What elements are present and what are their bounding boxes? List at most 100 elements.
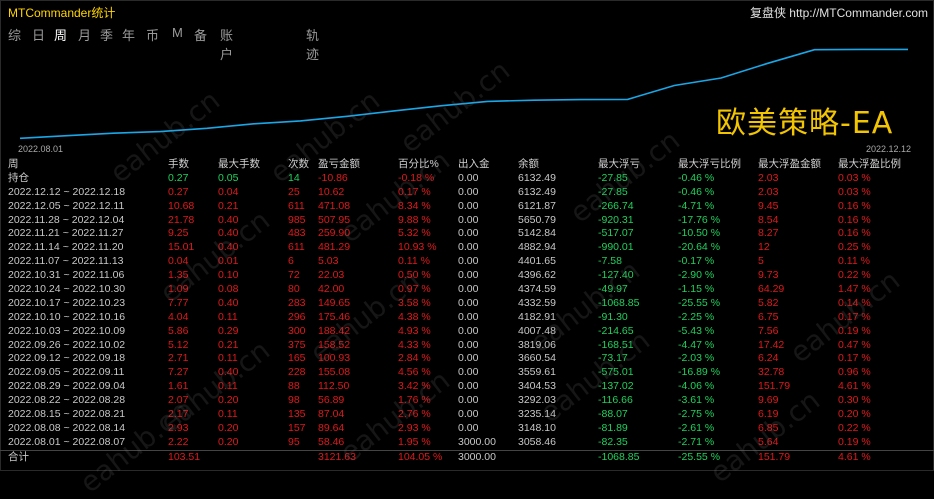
cell-最大手数: 最大手数 — [218, 158, 260, 170]
cell-最大浮亏比例: -2.90 % — [678, 269, 715, 282]
cell-最大浮亏: -575.01 — [598, 366, 634, 379]
table-row[interactable]: 2022.09.12 ~ 2022.09.18 2.71 0.11 165 100.93… — [0, 352, 934, 366]
table-row[interactable]: 2022.10.17 ~ 2022.10.23 7.77 0.40 283 149.65… — [0, 297, 934, 311]
cell-周: 2022.11.21 ~ 2022.11.27 — [8, 227, 124, 240]
cell-最大浮盈金额: 2.03 — [758, 171, 779, 184]
table-row[interactable]: 2022.08.08 ~ 2022.08.14 2.93 0.20 157 89.64 2… — [0, 422, 934, 436]
cell-周: 2022.11.14 ~ 2022.11.20 — [8, 241, 124, 254]
cell-百分比%: 1.95 % — [398, 435, 431, 448]
cell-最大浮盈金额: 2.03 — [758, 185, 779, 198]
cell-出入金: 0.00 — [458, 185, 479, 198]
table-row[interactable]: 2022.11.21 ~ 2022.11.27 9.25 0.40 483 259.90… — [0, 227, 934, 241]
cell-最大浮亏比例: -0.46 % — [678, 171, 715, 184]
cell-出入金: 0.00 — [458, 352, 479, 365]
cell-最大浮盈比例: 0.16 % — [838, 213, 871, 226]
cell-最大浮亏: -920.31 — [598, 213, 634, 226]
tab-7[interactable]: M — [172, 25, 183, 40]
cell-余额: 5142.84 — [518, 227, 556, 240]
table-row[interactable]: 2022.12.12 ~ 2022.12.18 0.27 0.04 25 10.62 0.… — [0, 186, 934, 200]
cell-周: 合计 — [8, 450, 29, 463]
table-row[interactable]: 2022.11.14 ~ 2022.11.20 15.01 0.40 611 481.2… — [0, 241, 934, 255]
table-row[interactable]: 2022.11.07 ~ 2022.11.13 0.04 0.01 6 5.03 0.11… — [0, 255, 934, 269]
cell-出入金: 0.00 — [458, 227, 479, 240]
cell-百分比%: 104.05 % — [398, 450, 443, 463]
cell-最大浮亏: -88.07 — [598, 408, 628, 421]
cell-手数: 21.78 — [168, 213, 195, 226]
cell-手数: 2.22 — [168, 435, 189, 448]
cell-最大浮盈金额: 9.73 — [758, 269, 779, 282]
table-row[interactable]: 2022.09.26 ~ 2022.10.02 5.12 0.21 375 158.52… — [0, 339, 934, 353]
cell-百分比%: 0.50 % — [398, 269, 431, 282]
cell-盈亏金额: -10.86 — [318, 171, 348, 184]
cell-最大浮盈金额: 6.75 — [758, 310, 779, 323]
cell-百分比%: 4.93 % — [398, 324, 431, 337]
cell-最大浮亏: -27.85 — [598, 185, 628, 198]
cell-次数: 165 — [288, 352, 306, 365]
cell-最大浮盈比例: 0.14 % — [838, 296, 871, 309]
table-row[interactable]: 2022.10.10 ~ 2022.10.16 4.04 0.11 296 175.46… — [0, 311, 934, 325]
table-row[interactable]: 2022.08.22 ~ 2022.08.28 2.07 0.20 98 56.89 1.… — [0, 394, 934, 408]
cell-手数: 1.09 — [168, 283, 189, 296]
cell-最大浮盈比例: 0.20 % — [838, 408, 871, 421]
cell-周: 2022.08.01 ~ 2022.08.07 — [8, 435, 126, 448]
cell-百分比%: 4.33 % — [398, 338, 431, 351]
cell-最大浮亏: -27.85 — [598, 171, 628, 184]
cell-出入金: 0.00 — [458, 171, 479, 184]
cell-最大浮亏: -517.07 — [598, 227, 634, 240]
cell-最大浮亏: 最大浮亏 — [598, 158, 640, 170]
cell-最大手数: 0.20 — [218, 394, 239, 407]
table-row[interactable]: 2022.10.24 ~ 2022.10.30 1.09 0.08 80 42.00 0.… — [0, 283, 934, 297]
cell-余额: 6132.49 — [518, 171, 556, 184]
cell-周: 2022.08.22 ~ 2022.08.28 — [8, 394, 126, 407]
cell-余额: 4374.59 — [518, 283, 556, 296]
cell-百分比%: 4.38 % — [398, 310, 431, 323]
table-row[interactable]: 2022.08.29 ~ 2022.09.04 1.61 0.11 88 112.50 3… — [0, 380, 934, 394]
cell-百分比%: 5.32 % — [398, 227, 431, 240]
cell-余额: 4396.62 — [518, 269, 556, 282]
cell-最大浮亏比例: -0.17 % — [678, 255, 715, 268]
table-row[interactable]: 2022.12.05 ~ 2022.12.11 10.68 0.21 611 471.0… — [0, 200, 934, 214]
cell-盈亏金额: 112.50 — [318, 380, 350, 393]
cell-最大浮盈金额: 7.56 — [758, 324, 779, 337]
cell-盈亏金额: 175.46 — [318, 310, 351, 323]
title-bar: MTCommander统计 复盘侠 http://MTCommander.com — [0, 0, 934, 22]
table-row[interactable]: 2022.09.05 ~ 2022.09.11 7.27 0.40 228 155.08… — [0, 366, 934, 380]
cell-次数: 985 — [288, 213, 306, 226]
cell-百分比%: 百分比% — [398, 158, 439, 170]
cell-最大手数: 0.40 — [218, 296, 239, 309]
cell-手数: 1.61 — [168, 380, 189, 393]
cell-盈亏金额: 58.46 — [318, 435, 345, 448]
table-row[interactable]: 2022.08.01 ~ 2022.08.07 2.22 0.20 95 58.46 1.… — [0, 436, 934, 450]
cell-盈亏金额: 5.03 — [318, 255, 339, 268]
cell-最大浮亏: -82.35 — [598, 435, 628, 448]
table-row[interactable]: 2022.10.03 ~ 2022.10.09 5.86 0.29 300 188.42… — [0, 325, 934, 339]
cell-余额: 4882.94 — [518, 241, 556, 254]
cell-最大浮盈金额: 32.78 — [758, 366, 785, 379]
cell-盈亏金额: 87.04 — [318, 408, 345, 421]
cell-余额: 3660.54 — [518, 352, 556, 365]
cell-最大浮亏比例: -4.71 % — [678, 199, 715, 212]
cell-次数: 88 — [288, 380, 300, 393]
cell-最大浮盈比例: 0.03 % — [838, 185, 871, 198]
cell-最大浮亏: -1068.85 — [598, 450, 640, 463]
cell-出入金: 3000.00 — [458, 450, 496, 463]
table-row[interactable]: 2022.11.28 ~ 2022.12.04 21.78 0.40 985 507.9… — [0, 214, 934, 228]
cell-最大手数: 0.11 — [218, 352, 238, 365]
cell-出入金: 出入金 — [458, 158, 490, 170]
cell-最大浮亏比例: -10.50 % — [678, 227, 721, 240]
cell-最大手数: 0.11 — [218, 380, 238, 393]
cell-最大浮亏比例: -16.89 % — [678, 366, 721, 379]
cell-周: 2022.09.12 ~ 2022.09.18 — [8, 352, 126, 365]
site-link[interactable]: 复盘侠 http://MTCommander.com — [750, 4, 928, 21]
cell-百分比%: 0.11 % — [398, 255, 430, 268]
cell-最大手数: 0.21 — [218, 199, 239, 212]
position-row[interactable]: 持仓 0.27 0.05 14 -10.86 -0.18 % 0.00 6132.49 -27.… — [0, 172, 934, 186]
table-row[interactable]: 2022.10.31 ~ 2022.11.06 1.35 0.10 72 22.03 0.… — [0, 269, 934, 283]
table-row[interactable]: 2022.08.15 ~ 2022.08.21 2.17 0.11 135 87.04 2… — [0, 408, 934, 422]
cell-最大浮盈金额: 151.79 — [758, 380, 791, 393]
table-header: 周 手数 最大手数 次数 盈亏金额 百分比% 出入金 余额 最大浮亏 最大浮亏比例 最大浮盈金额 最大… — [0, 158, 934, 172]
cell-手数: 9.25 — [168, 227, 189, 240]
cell-出入金: 0.00 — [458, 199, 479, 212]
cell-最大浮亏比例: -1.15 % — [678, 283, 715, 296]
cell-盈亏金额: 盈亏金额 — [318, 158, 360, 170]
